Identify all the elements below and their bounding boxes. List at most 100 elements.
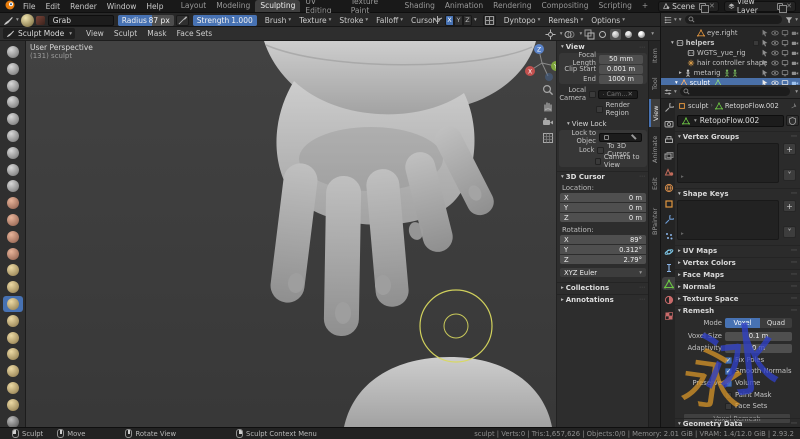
menu-render[interactable]: Render [65,2,102,11]
cursor-location-x[interactable]: X0 m [560,193,646,202]
brush-button[interactable] [3,61,23,77]
focal-length-field[interactable]: 50 mm [599,54,643,64]
annotations-panel-header[interactable]: ▸ Annotations ⋯ [557,294,649,304]
shape-key-specials-button[interactable]: ˅ [783,226,796,238]
tab-object-data[interactable] [662,277,675,290]
workspace-tab-compositing[interactable]: Compositing [536,0,593,12]
vertex-groups-panel-header[interactable]: ▾ Vertex Groups ⋯ [675,131,800,141]
menu-view[interactable]: View [81,29,109,38]
disable-render-icon[interactable] [791,29,799,37]
local-camera-checkbox[interactable] [589,90,596,98]
menu-face-sets[interactable]: Face Sets [172,29,218,38]
gizmos-toggle-icon[interactable] [545,29,556,40]
view-layer-selector[interactable]: View Layer ✕ [723,0,796,15]
hide-viewport-icon[interactable] [771,69,779,77]
local-camera-field[interactable]: Cam... ✕ [598,89,638,99]
radius-pressure-icon[interactable] [175,14,189,26]
uv-maps-panel-header[interactable]: ▸ UV Maps ⋯ [675,245,800,255]
vertex-colors-panel-header[interactable]: ▸ Vertex Colors ⋯ [675,257,800,267]
selectable-icon[interactable] [761,29,769,37]
menu-mask[interactable]: Mask [142,29,171,38]
fake-user-shield-icon[interactable] [786,115,799,126]
pin-icon[interactable] [790,102,798,110]
rotation-mode-dropdown[interactable]: XYZ Euler ▾ [560,268,646,277]
tab-render[interactable] [662,117,675,130]
pan-hand-icon[interactable] [542,100,554,112]
stroke-popover[interactable]: Stroke ▾ [335,16,372,25]
selectable-icon[interactable] [761,69,769,77]
mirror-z-toggle[interactable]: Z [463,14,472,26]
brush-button[interactable] [3,111,23,127]
texture-popover[interactable]: Texture ▾ [295,16,335,25]
add-shape-key-button[interactable]: + [783,200,796,212]
preserve-volume-checkbox[interactable]: ✓ [725,379,732,387]
shading-material-icon[interactable] [623,29,634,40]
collections-panel-header[interactable]: ▸ Collections ⋯ [557,282,649,292]
unlink-scene-icon[interactable]: ✕ [709,2,715,10]
brush-button[interactable] [3,44,23,60]
brush-selector-icon[interactable]: ▾ [3,15,19,26]
menu-edit[interactable]: Edit [41,2,66,11]
outliner-filter-icon[interactable] [785,16,793,24]
tab-view-layer[interactable] [662,149,675,162]
falloff-popover[interactable]: Falloff ▾ [372,16,407,25]
mirror-dropdown-icon[interactable]: ▾ [474,17,477,23]
clip-start-field[interactable]: 0.001 m [599,64,643,74]
mirror-x-toggle[interactable]: X [445,14,454,26]
tiling-icon[interactable] [482,14,496,26]
cursor-location-z[interactable]: Z0 m [560,213,646,222]
outliner-search-input[interactable] [684,15,783,24]
brush-popover[interactable]: Brush ▾ [261,16,295,25]
workspace-tab-sculpting[interactable]: Sculpting [255,0,301,12]
hide-viewport-icon[interactable] [771,49,779,57]
cursor-rotation-z[interactable]: Z 2.79° [560,255,646,264]
disable-viewport-icon[interactable] [781,69,789,77]
workspace-tab-rendering[interactable]: Rendering [488,0,536,12]
selectable-icon[interactable] [761,39,769,47]
disable-render-icon[interactable] [791,69,799,77]
options-popover[interactable]: Options ▾ [587,16,629,25]
workspace-tab-scripting[interactable]: Scripting [593,0,636,12]
voxel-size-field[interactable]: 0.1 m [725,331,792,341]
preserve-paint-mask-checkbox[interactable] [725,391,732,399]
vertex-group-specials-button[interactable]: ˅ [783,169,796,181]
brush-button[interactable] [3,262,23,278]
strength-slider[interactable]: Strength 1.000 [192,14,257,26]
tab-constraints[interactable] [662,261,675,274]
selectable-icon[interactable] [761,59,769,67]
brush-button[interactable] [3,145,23,161]
lock-to-object-field[interactable] [599,132,642,142]
menu-file[interactable]: File [18,2,41,11]
normals-panel-header[interactable]: ▸ Normals ⋯ [675,281,800,291]
blender-logo-icon[interactable] [5,0,15,12]
brush-preview-thumbnail[interactable] [20,13,34,27]
brush-button[interactable] [3,229,23,245]
workspace-tab-shading[interactable]: Shading [399,0,439,12]
radius-slider[interactable]: Radius 87 px [117,14,174,26]
shading-solid-icon[interactable] [610,28,622,40]
vertex-groups-list[interactable]: ▸ [677,143,779,183]
brush-button[interactable] [3,397,23,413]
brush-button[interactable] [3,78,23,94]
brush-button[interactable] [3,380,23,396]
brush-button[interactable] [3,162,23,178]
disable-viewport-icon[interactable] [781,29,789,37]
exclude-collection-checkbox[interactable] [753,40,759,46]
shading-dropdown-icon[interactable]: ▾ [651,31,654,37]
tab-physics[interactable] [662,245,675,258]
scene-selector[interactable]: Scene ✕ [658,0,719,13]
tab-object[interactable] [662,197,675,210]
brush-button[interactable] [3,313,23,329]
tab-modifiers[interactable] [662,213,675,226]
mirror-y-toggle[interactable]: Y [454,14,463,26]
tab-tool[interactable] [662,101,675,114]
hide-viewport-icon[interactable] [771,29,779,37]
cursor-location-y[interactable]: Y0 m [560,203,646,212]
brush-button[interactable] [3,178,23,194]
cursor-panel-header[interactable]: ▾ 3D Cursor ⋯ [557,171,649,181]
tab-material[interactable] [662,293,675,306]
workspace-tab-modeling[interactable]: Modeling [211,0,255,12]
dyntopo-popover[interactable]: Dyntopo ▾ [500,16,545,25]
shape-keys-list[interactable]: ▸ [677,200,779,240]
face-maps-panel-header[interactable]: ▸ Face Maps ⋯ [675,269,800,279]
